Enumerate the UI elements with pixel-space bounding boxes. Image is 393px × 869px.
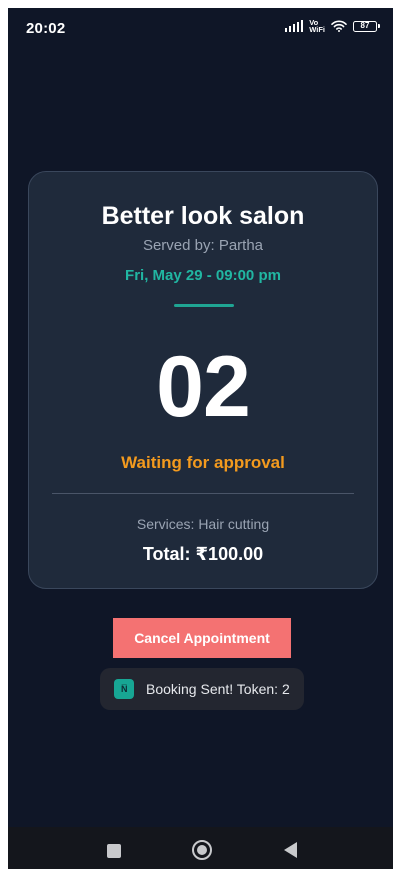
status-badge: Waiting for approval	[121, 453, 285, 472]
status-bar: 20:02 Vo WiFi 87	[8, 8, 393, 50]
navigation-bar	[8, 827, 393, 869]
toast-notification: N̅ Booking Sent! Token: 2	[100, 668, 304, 710]
accent-divider	[174, 304, 234, 307]
toast-message: Booking Sent! Token: 2	[146, 681, 290, 697]
triangle-back-icon[interactable]	[284, 842, 297, 858]
appointment-card: Better look salon Served by: Partha Fri,…	[28, 171, 378, 589]
signal-bars-icon	[284, 20, 304, 32]
circle-home-icon[interactable]	[192, 840, 212, 860]
app-screen: 20:02 Vo WiFi 87 Better look salon Serve…	[8, 8, 393, 869]
vowifi-icon: Vo WiFi	[309, 18, 325, 34]
appointment-date-time: Fri, May 29 - 09:00 pm	[125, 267, 281, 284]
wifi-icon	[331, 20, 347, 32]
battery-icon: 87	[353, 20, 380, 32]
cancel-appointment-button[interactable]: Cancel Appointment	[113, 618, 291, 658]
salon-name: Better look salon	[101, 202, 305, 230]
status-time: 20:02	[26, 20, 66, 37]
token-number: 02	[156, 339, 251, 435]
app-logo-icon: N̅	[114, 679, 134, 699]
served-by-text: Served by: Partha	[142, 237, 264, 254]
total-amount: Total: ₹100.00	[142, 544, 264, 564]
services-text: Services: Hair cutting	[136, 516, 270, 532]
square-recents-icon[interactable]	[107, 844, 121, 858]
card-divider	[52, 493, 354, 494]
status-icons: Vo WiFi 87	[284, 18, 380, 34]
